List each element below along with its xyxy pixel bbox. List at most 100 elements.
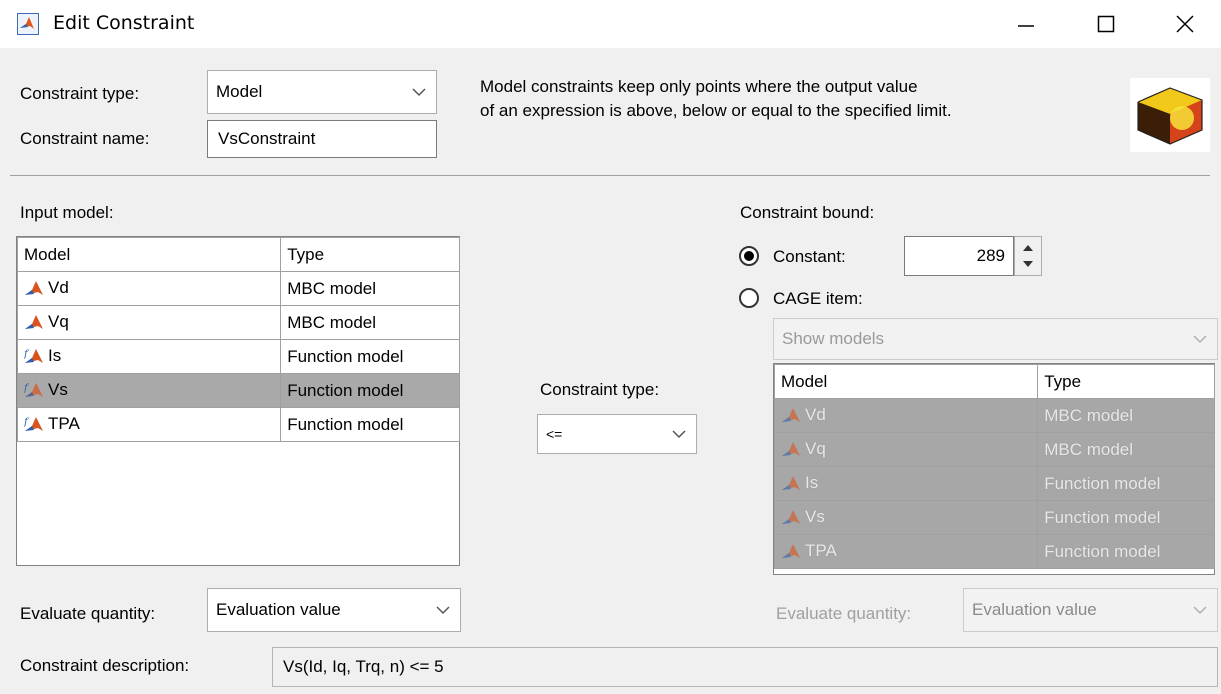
title-bar: Edit Constraint <box>0 0 1221 48</box>
matlab-app-icon <box>17 13 39 35</box>
close-icon <box>1176 15 1194 33</box>
spin-down-icon[interactable] <box>1022 259 1034 269</box>
cage-item-radio[interactable] <box>739 288 759 308</box>
row-model-type: MBC model <box>1037 398 1215 433</box>
constant-radio[interactable] <box>739 246 759 266</box>
svg-text:f: f <box>24 349 30 360</box>
table-row-selected[interactable]: f Vs Function model <box>16 373 460 408</box>
minimize-icon <box>1018 25 1034 27</box>
constraint-description-field: Vs(Id, Iq, Trq, n) <= 5 <box>272 647 1218 687</box>
description-line-2: of an expression is above, below or equa… <box>480 101 952 120</box>
show-models-value: Show models <box>782 329 885 348</box>
constraint-type-label: Constraint type: <box>20 84 140 103</box>
mbc-model-icon <box>782 407 800 422</box>
constraint-name-field[interactable]: VsConstraint <box>207 120 437 158</box>
table-row[interactable]: Vq MBC model <box>773 432 1215 467</box>
row-model-type: Function model <box>280 373 460 408</box>
operator-value: <= <box>546 426 563 442</box>
evaluate-quantity-dropdown[interactable]: Evaluation value <box>207 588 461 632</box>
evaluate-quantity-label: Evaluate quantity: <box>20 604 156 623</box>
row-model-type: Function model <box>1037 466 1215 501</box>
mbc-model-icon <box>25 314 43 329</box>
model-cube-icon <box>1130 78 1210 152</box>
bound-evaluate-quantity-label: Evaluate quantity: <box>776 604 912 623</box>
cage-model-table-frame: Model Type Vd MBC model Vq MBC model Is … <box>773 363 1215 575</box>
chevron-down-icon <box>1183 589 1217 631</box>
table-row[interactable]: f Is Function model <box>16 339 460 374</box>
constant-label: Constant: <box>773 247 846 266</box>
input-model-label: Input model: <box>20 203 114 222</box>
function-model-icon <box>782 543 800 558</box>
constraint-bound-label: Constraint bound: <box>740 203 875 222</box>
spin-up-icon[interactable] <box>1022 243 1034 253</box>
constant-spinner[interactable] <box>1014 236 1042 276</box>
function-model-icon: f <box>24 382 43 397</box>
chevron-down-icon <box>426 589 460 631</box>
column-header-model[interactable]: Model <box>16 237 282 272</box>
description-line-1: Model constraints keep only points where… <box>480 77 918 96</box>
function-model-icon: f <box>24 348 43 363</box>
row-model-name: Vd <box>48 278 69 298</box>
row-model-name: Vs <box>805 507 825 527</box>
constraint-type-value: Model <box>216 82 263 101</box>
mbc-model-icon <box>25 280 43 295</box>
close-button[interactable] <box>1149 0 1221 48</box>
table-row[interactable]: Vd MBC model <box>773 398 1215 433</box>
chevron-down-icon <box>1183 319 1217 359</box>
row-model-type: MBC model <box>280 271 460 306</box>
row-model-type: MBC model <box>1037 432 1215 467</box>
constraint-name-value: VsConstraint <box>218 129 316 148</box>
table-row[interactable]: TPA Function model <box>773 534 1215 569</box>
svg-text:f: f <box>24 383 30 394</box>
input-model-table: Model Type Vd MBC model Vq MBC model f Is… <box>16 237 460 442</box>
maximize-icon <box>1097 15 1115 33</box>
chevron-down-icon <box>402 71 436 113</box>
function-model-icon <box>782 509 800 524</box>
table-row[interactable]: Vq MBC model <box>16 305 460 340</box>
function-model-icon <box>782 475 800 490</box>
row-model-type: Function model <box>1037 534 1215 569</box>
row-model-type: Function model <box>280 407 460 442</box>
constraint-description-label: Constraint description: <box>20 656 190 675</box>
row-model-name: Is <box>48 346 62 366</box>
row-model-type: Function model <box>1037 500 1215 535</box>
row-model-name: TPA <box>48 414 80 434</box>
minimize-button[interactable] <box>990 0 1062 48</box>
row-model-name: Vq <box>48 312 69 332</box>
cage-model-table: Model Type Vd MBC model Vq MBC model Is … <box>773 364 1215 569</box>
operator-label: Constraint type: <box>540 380 660 399</box>
table-row[interactable]: Vd MBC model <box>16 271 460 306</box>
svg-text:f: f <box>24 417 30 428</box>
show-models-dropdown[interactable]: Show models <box>773 318 1218 360</box>
row-model-name: Vs <box>48 380 68 400</box>
bound-evaluate-quantity-dropdown[interactable]: Evaluation value <box>963 588 1218 632</box>
row-model-name: Vd <box>805 405 826 425</box>
constraint-type-dropdown[interactable]: Model <box>207 70 437 114</box>
mbc-model-icon <box>782 441 800 456</box>
constraint-description-value: Vs(Id, Iq, Trq, n) <= 5 <box>283 657 444 676</box>
row-model-name: Vq <box>805 439 826 459</box>
maximize-button[interactable] <box>1070 0 1142 48</box>
operator-dropdown[interactable]: <= <box>537 414 697 454</box>
column-header-model[interactable]: Model <box>773 364 1039 399</box>
table-row[interactable]: f TPA Function model <box>16 407 460 442</box>
table-row[interactable]: Vs Function model <box>773 500 1215 535</box>
function-model-icon: f <box>24 416 43 431</box>
table-row[interactable]: Is Function model <box>773 466 1215 501</box>
input-model-table-frame: Model Type Vd MBC model Vq MBC model f Is… <box>16 236 460 566</box>
row-model-name: Is <box>805 473 819 493</box>
row-model-type: Function model <box>280 339 460 374</box>
divider <box>10 175 1210 176</box>
column-header-type[interactable]: Type <box>1037 364 1215 399</box>
column-header-type[interactable]: Type <box>280 237 460 272</box>
constant-value-field[interactable]: 289 <box>904 236 1014 276</box>
row-model-name: TPA <box>805 541 837 561</box>
cage-item-label: CAGE item: <box>773 289 863 308</box>
constraint-name-label: Constraint name: <box>20 129 150 148</box>
edit-constraint-window: Edit Constraint Constraint type: Model C… <box>0 0 1221 694</box>
bound-evaluate-quantity-value: Evaluation value <box>972 600 1097 619</box>
constant-value: 289 <box>976 246 1005 265</box>
chevron-down-icon <box>662 415 696 453</box>
evaluate-quantity-value: Evaluation value <box>216 600 341 619</box>
window-title: Edit Constraint <box>53 12 195 34</box>
